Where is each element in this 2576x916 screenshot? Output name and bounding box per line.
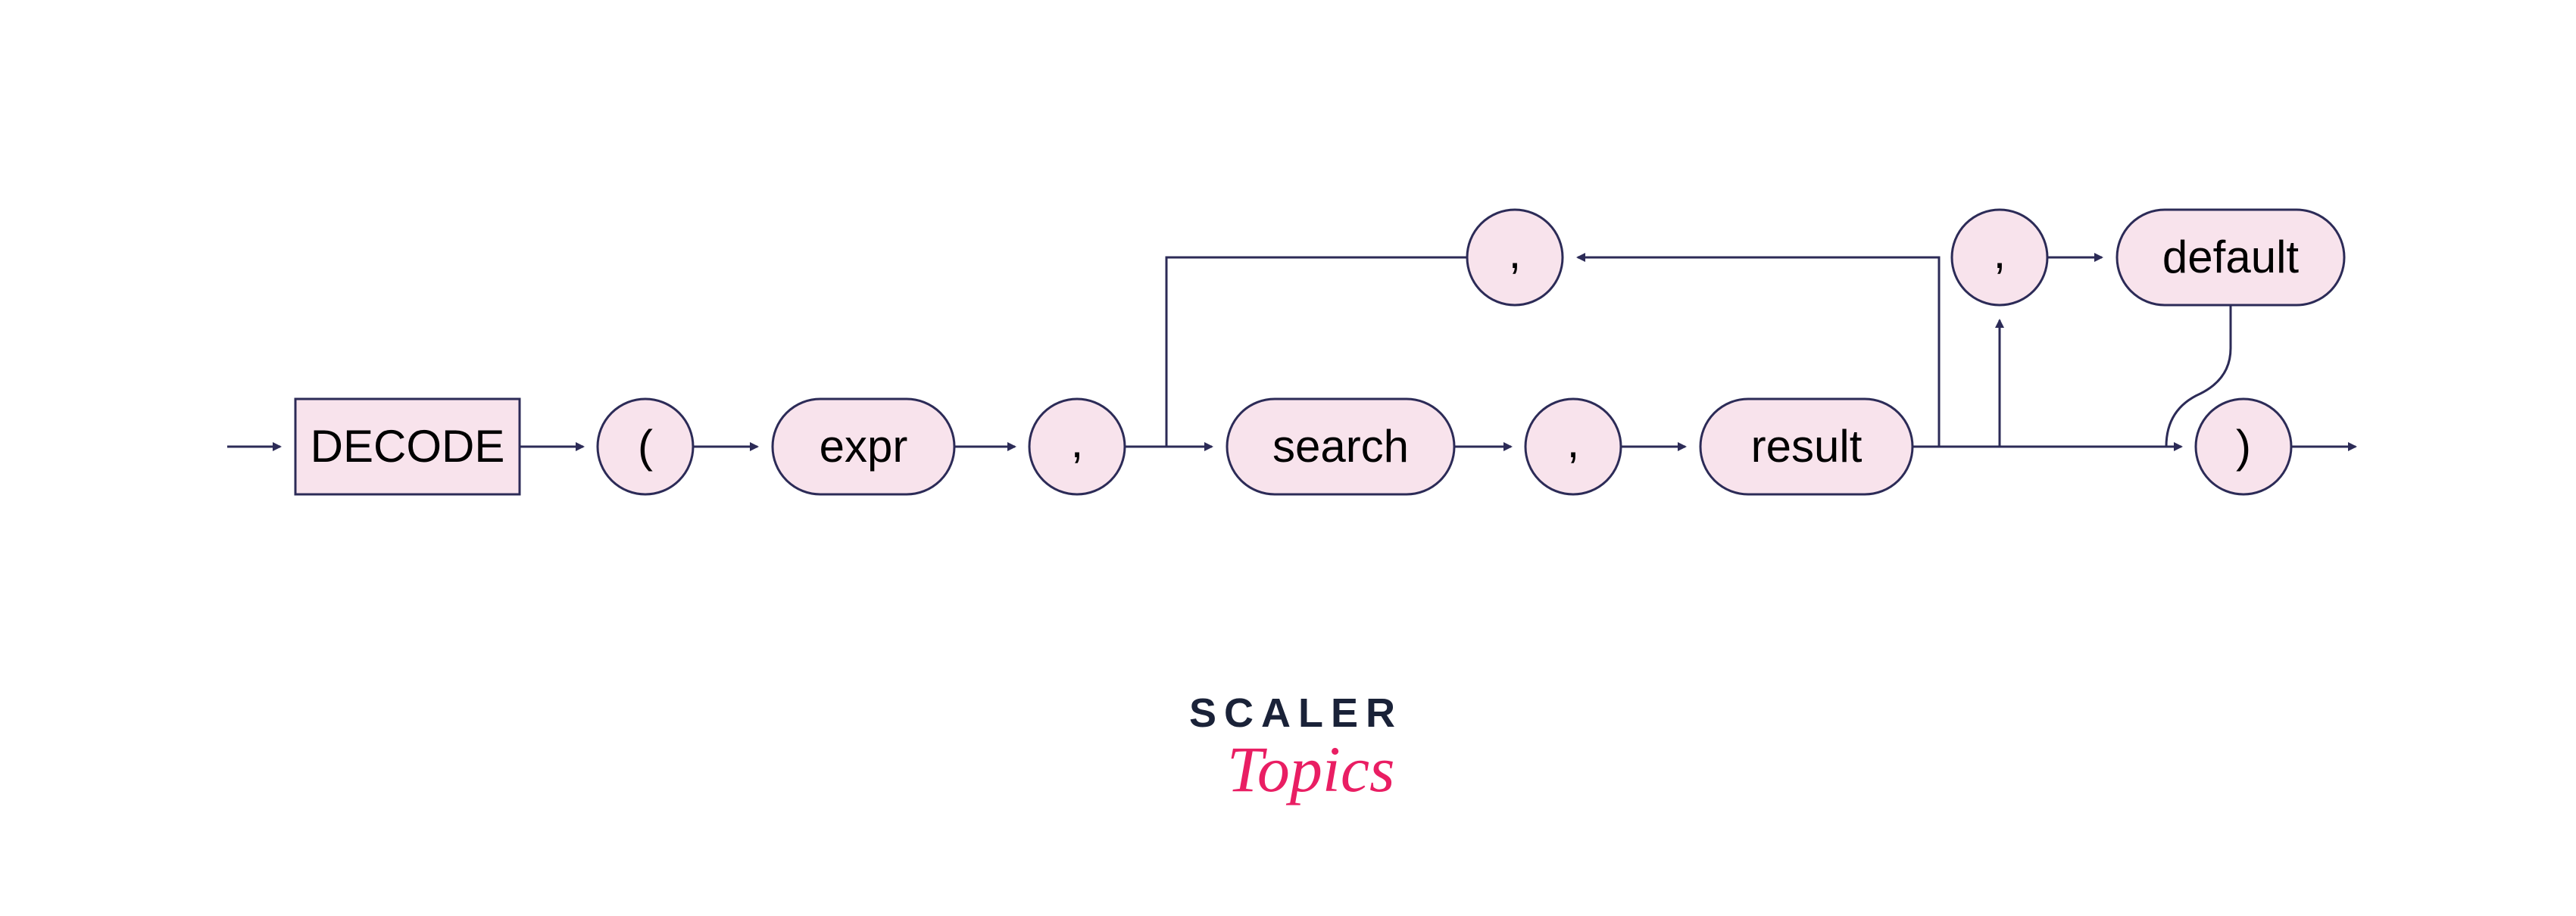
expr-label: expr xyxy=(820,421,908,472)
comma-loop-label: , xyxy=(1509,227,1522,278)
comma-default-label: , xyxy=(1994,227,2006,278)
scaler-logo-text: SCALER xyxy=(1189,690,1403,736)
default-label: default xyxy=(2162,232,2299,282)
syntax-diagram: DECODE ( expr , search , result ) , , xyxy=(0,0,2576,916)
comma2-label: , xyxy=(1567,416,1580,467)
search-label: search xyxy=(1272,421,1409,472)
result-label: result xyxy=(1751,421,1863,472)
decode-label: DECODE xyxy=(311,421,505,472)
open-paren-label: ( xyxy=(638,421,653,472)
comma1-label: , xyxy=(1071,416,1084,467)
close-paren-label: ) xyxy=(2236,421,2251,472)
topics-logo-text: Topics xyxy=(1227,733,1394,805)
